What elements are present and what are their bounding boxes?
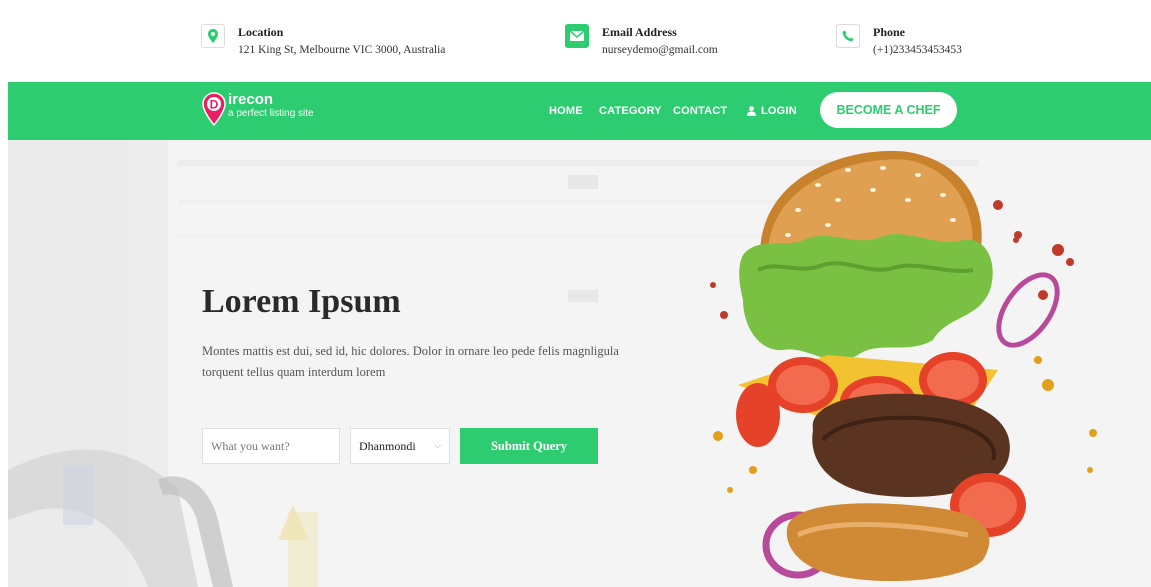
email-value[interactable]: nurseydemo@gmail.com: [602, 42, 718, 59]
logo-letter: D: [210, 98, 219, 112]
location-select-value: Dhanmondi: [359, 438, 416, 453]
email-title: Email Address: [602, 25, 677, 39]
location-select[interactable]: Dhanmondi ⌵: [350, 428, 450, 464]
nav-item-contact[interactable]: CONTACT: [673, 105, 727, 117]
nav-item-home-wrap: HOME: [549, 82, 583, 140]
location-value: 121 King St, Melbourne VIC 3000, Austral…: [238, 44, 446, 56]
phone-icon: [836, 24, 860, 48]
nav-item-category-wrap: CATEGORY: [599, 82, 662, 140]
logo-pin-icon: D: [202, 92, 226, 126]
phone-info: Phone (+1)233453453453: [836, 24, 962, 59]
phone-title: Phone: [873, 25, 906, 39]
brand-name: irecon: [228, 91, 274, 108]
top-info-bar: Location 121 King St, Melbourne VIC 3000…: [0, 0, 1151, 82]
nav-item-contact-wrap: CONTACT: [673, 82, 727, 140]
burger-image: [710, 150, 1097, 582]
chevron-down-icon: ⌵: [434, 441, 441, 450]
search-input[interactable]: [202, 428, 340, 464]
become-chef-button[interactable]: BECOME A CHEF: [820, 92, 957, 128]
nav-item-home[interactable]: HOME: [549, 105, 583, 117]
hero-section: Lorem Ipsum Montes mattis est dui, sed i…: [8, 140, 1151, 587]
envelope-icon: [565, 24, 589, 48]
location-info: Location 121 King St, Melbourne VIC 3000…: [201, 24, 445, 59]
email-info: Email Address nurseydemo@gmail.com: [565, 24, 718, 59]
submit-query-button[interactable]: Submit Query: [460, 428, 598, 464]
brand-tagline: a perfect listing site: [228, 108, 314, 119]
site-logo[interactable]: D irecon a perfect listing site: [202, 92, 314, 126]
location-title: Location: [238, 25, 284, 39]
nav-item-category[interactable]: CATEGORY: [599, 105, 662, 117]
user-icon: [747, 106, 756, 116]
phone-value[interactable]: (+1)233453453453: [873, 42, 962, 59]
nav-item-login-label: LOGIN: [761, 105, 797, 117]
map-pin-icon: [201, 24, 225, 48]
hero-description: Montes mattis est dui, sed id, hic dolor…: [202, 344, 619, 379]
nav-item-login-wrap: LOGIN: [747, 82, 797, 140]
hero-title: Lorem Ipsum: [202, 283, 401, 320]
main-navbar: D irecon a perfect listing site HOME CAT…: [8, 82, 1151, 140]
search-form: Dhanmondi ⌵ Submit Query: [202, 428, 598, 464]
nav-item-login[interactable]: LOGIN: [747, 105, 797, 117]
